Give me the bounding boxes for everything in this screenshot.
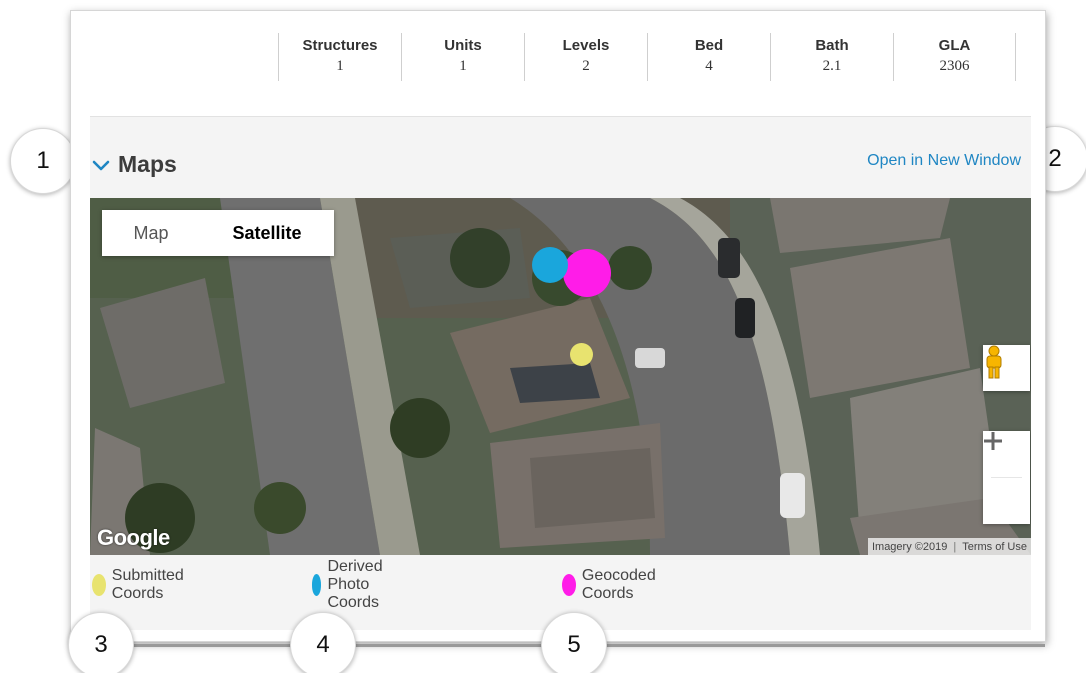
stat-levels: Levels 2 xyxy=(524,33,647,81)
geocoded-coords-swatch xyxy=(562,574,576,596)
callout-2-label: 2 xyxy=(1048,145,1062,172)
stat-label: Bed xyxy=(694,37,724,54)
maps-title: Maps xyxy=(118,151,177,177)
pegman-icon xyxy=(986,345,1002,379)
legend-derived-photo-coords: Derived Photo Coords xyxy=(312,558,395,611)
callout-3: 3 xyxy=(68,612,134,673)
legend-label: Derived Photo Coords xyxy=(327,558,383,611)
stat-value: 2.1 xyxy=(822,58,842,74)
stat-units: Units 1 xyxy=(401,33,524,81)
zoom-out-button[interactable] xyxy=(983,439,1030,524)
stat-bed: Bed 4 xyxy=(647,33,770,81)
callout-5: 5 xyxy=(541,612,607,673)
callout-1: 1 xyxy=(10,128,76,194)
legend-submitted-coords: Submitted Coords xyxy=(92,567,192,602)
legend-label: Geocoded Coords xyxy=(581,567,656,602)
stat-value: 1 xyxy=(336,58,344,74)
stat-value: 2 xyxy=(582,58,590,74)
legend-label: Submitted Coords xyxy=(111,567,184,602)
callout-connector xyxy=(590,644,1045,647)
map-type-map-button[interactable]: Map xyxy=(102,210,200,256)
stat-value: 1 xyxy=(459,58,467,74)
callout-3-label: 3 xyxy=(94,631,108,658)
stat-value: 2306 xyxy=(939,58,970,74)
stat-bath: Bath 2.1 xyxy=(770,33,893,81)
attribution-separator: | xyxy=(953,540,957,553)
maps-toggle[interactable]: Maps xyxy=(90,151,177,178)
imagery-credit: Imagery ©2019 xyxy=(871,540,948,553)
map-type-satellite-button[interactable]: Satellite xyxy=(200,210,334,256)
stat-label: Structures xyxy=(302,37,378,54)
stat-label: Levels xyxy=(562,37,610,54)
callout-4: 4 xyxy=(290,612,356,673)
legend-geocoded-coords: Geocoded Coords xyxy=(562,567,664,602)
geocoded-coords-marker[interactable] xyxy=(563,249,611,297)
chevron-down-icon xyxy=(92,160,110,170)
satellite-map[interactable]: Map Satellite Google Imagery ©2019 | Ter… xyxy=(90,198,1031,555)
callout-5-label: 5 xyxy=(567,631,581,658)
open-in-new-window-link[interactable]: Open in New Window xyxy=(867,152,1021,170)
map-attribution: Imagery ©2019 | Terms of Use xyxy=(867,538,1031,555)
callout-4-label: 4 xyxy=(316,631,330,658)
derived-photo-coords-marker[interactable] xyxy=(532,247,568,283)
callout-1-label: 1 xyxy=(36,147,50,174)
stat-value: 4 xyxy=(705,58,713,74)
submitted-coords-swatch xyxy=(92,574,106,596)
map-type-control: Map Satellite xyxy=(102,210,334,256)
minus-icon xyxy=(984,439,1002,443)
stat-label: Bath xyxy=(815,37,849,54)
google-logo: Google xyxy=(97,525,170,550)
street-view-button[interactable] xyxy=(983,345,1030,391)
stat-structures: Structures 1 xyxy=(278,33,401,81)
submitted-coords-marker[interactable] xyxy=(570,343,593,366)
stat-label: GLA xyxy=(938,37,971,54)
property-stats: Structures 1 Units 1 Levels 2 Bed 4 Bath… xyxy=(278,33,1016,81)
zoom-control xyxy=(983,431,1030,524)
stat-gla: GLA 2306 xyxy=(893,33,1016,81)
stat-label: Units xyxy=(444,37,482,54)
terms-of-use-link[interactable]: Terms of Use xyxy=(962,541,1027,553)
derived-photo-coords-swatch xyxy=(312,574,322,596)
